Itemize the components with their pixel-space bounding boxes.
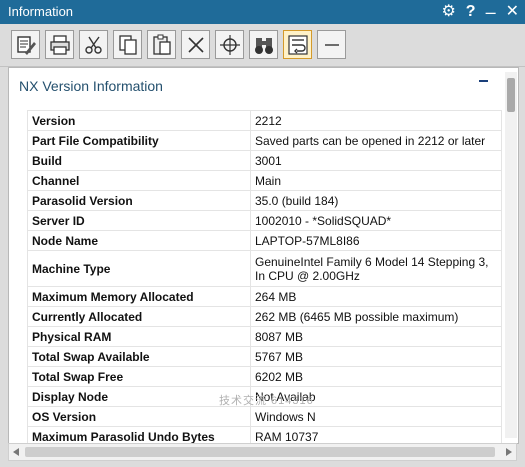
table-row: Part File Compatibility Saved parts can b… <box>27 130 502 151</box>
copy-icon <box>119 35 137 55</box>
toolbar <box>0 24 525 67</box>
scroll-right-icon[interactable] <box>506 448 512 456</box>
help-icon[interactable]: ? <box>466 4 476 20</box>
wrap-text-button[interactable] <box>283 30 312 59</box>
minus-button[interactable] <box>317 30 346 59</box>
table-row: Physical RAM 8087 MB <box>27 326 502 347</box>
paste-button[interactable] <box>147 30 176 59</box>
minimize-icon[interactable]: – <box>486 3 496 21</box>
table-row: Machine Type GenuineIntel Family 6 Model … <box>27 250 502 287</box>
cut-button[interactable] <box>79 30 108 59</box>
info-panel: NX Version Information Version 2212 Part F… <box>8 67 519 444</box>
row-key: Parasolid Version <box>27 190 251 211</box>
table-row: Maximum Memory Allocated 264 MB <box>27 286 502 307</box>
table-row: Version 2212 <box>27 110 502 131</box>
delete-button[interactable] <box>181 30 210 59</box>
find-button[interactable] <box>249 30 278 59</box>
cut-icon <box>85 36 102 54</box>
row-value: Windows N <box>250 406 502 427</box>
information-window: Information ⚙ ? – ✕ NX Version Informati… <box>0 0 525 467</box>
print-icon <box>50 35 70 55</box>
title-bar-controls: ⚙ ? – ✕ <box>441 2 519 22</box>
row-value: Not Availab <box>250 386 502 407</box>
row-value: Saved parts can be opened in 2212 or lat… <box>250 130 502 151</box>
row-key: Version <box>27 110 251 131</box>
delete-icon <box>188 37 204 53</box>
target-button[interactable] <box>215 30 244 59</box>
table-row: Build 3001 <box>27 150 502 171</box>
print-button[interactable] <box>45 30 74 59</box>
row-value: LAPTOP-57ML8I86 <box>250 230 502 251</box>
row-value: 262 MB (6465 MB possible maximum) <box>250 306 502 327</box>
horizontal-scroll-thumb[interactable] <box>25 447 495 457</box>
row-key: Maximum Parasolid Undo Bytes <box>27 426 251 443</box>
edit-button[interactable] <box>11 30 40 59</box>
row-value: 1002010 - *SolidSQUAD* <box>250 210 502 231</box>
paste-icon <box>153 34 171 55</box>
row-key: Part File Compatibility <box>27 130 251 151</box>
collapse-button[interactable] <box>478 74 490 86</box>
row-value: GenuineIntel Family 6 Model 14 Stepping … <box>250 250 502 287</box>
row-value: 3001 <box>250 150 502 171</box>
copy-button[interactable] <box>113 30 142 59</box>
row-value: 6202 MB <box>250 366 502 387</box>
row-value: 2212 <box>250 110 502 131</box>
row-key: Server ID <box>27 210 251 231</box>
row-value: 35.0 (build 184) <box>250 190 502 211</box>
table-row: Parasolid Version 35.0 (build 184) <box>27 190 502 211</box>
table-row: Total Swap Available 5767 MB <box>27 346 502 367</box>
row-value: 264 MB <box>250 286 502 307</box>
row-value: 5767 MB <box>250 346 502 367</box>
table-row: Server ID 1002010 - *SolidSQUAD* <box>27 210 502 231</box>
close-icon[interactable]: ✕ <box>506 4 519 20</box>
title-bar: Information ⚙ ? – ✕ <box>0 0 525 24</box>
panel-title: NX Version Information <box>19 78 163 94</box>
vertical-scroll-thumb[interactable] <box>507 78 515 112</box>
row-key: Channel <box>27 170 251 191</box>
horizontal-scrollbar[interactable] <box>8 443 517 461</box>
table-row: Display Node Not Availab <box>27 386 502 407</box>
table-row: Maximum Parasolid Undo Bytes RAM 10737 <box>27 426 502 443</box>
edit-icon <box>17 36 36 55</box>
row-value: Main <box>250 170 502 191</box>
window-title: Information <box>8 4 74 19</box>
table-row: Node Name LAPTOP-57ML8I86 <box>27 230 502 251</box>
table-row: Channel Main <box>27 170 502 191</box>
binoculars-icon <box>255 38 273 54</box>
table-row: Currently Allocated 262 MB (6465 MB possi… <box>27 306 502 327</box>
row-value: RAM 10737 <box>250 426 502 443</box>
row-key: Total Swap Available <box>27 346 251 367</box>
row-key: Build <box>27 150 251 171</box>
table-row: OS Version Windows N <box>27 406 502 427</box>
row-key: Node Name <box>27 230 251 251</box>
info-table: Version 2212 Part File Compatibility Saved … <box>27 110 502 443</box>
minus-icon <box>325 44 339 46</box>
row-value: 8087 MB <box>250 326 502 347</box>
row-key: Display Node <box>27 386 251 407</box>
row-key: OS Version <box>27 406 251 427</box>
scroll-left-icon[interactable] <box>13 448 19 456</box>
table-row: Total Swap Free 6202 MB <box>27 366 502 387</box>
row-key: Currently Allocated <box>27 306 251 327</box>
settings-icon[interactable]: ⚙ <box>441 4 455 20</box>
collapse-icon <box>479 80 488 82</box>
vertical-scrollbar[interactable] <box>505 72 517 438</box>
wrap-text-icon <box>288 35 308 55</box>
target-icon <box>220 35 240 55</box>
row-key: Physical RAM <box>27 326 251 347</box>
row-key: Machine Type <box>27 250 251 287</box>
row-key: Total Swap Free <box>27 366 251 387</box>
row-key: Maximum Memory Allocated <box>27 286 251 307</box>
